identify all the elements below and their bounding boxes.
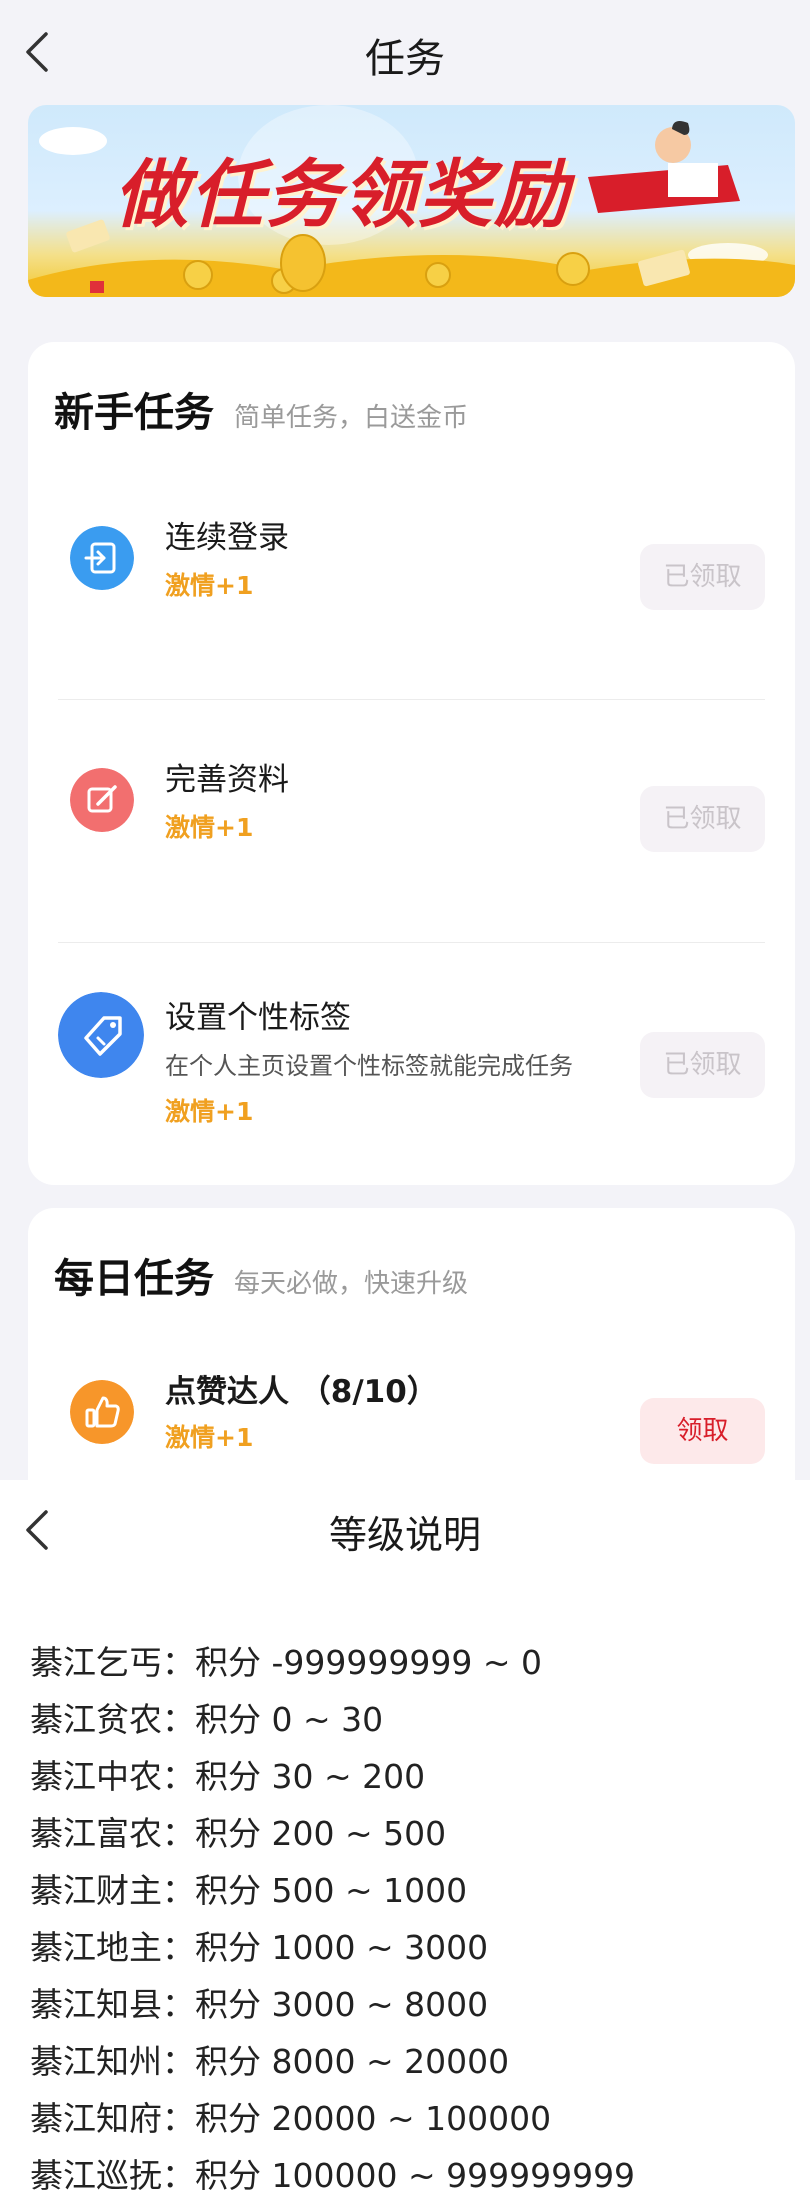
- task-row-likes: 点赞达人 （8/10） 激情+1 领取: [28, 1358, 795, 1480]
- level-item: 綦江富农：积分 200 ~ 500: [30, 1814, 447, 1853]
- level-item: 綦江知县：积分 3000 ~ 8000: [30, 1985, 489, 2024]
- claimed-button[interactable]: 已领取: [640, 786, 765, 852]
- claim-button[interactable]: 领取: [640, 1398, 765, 1464]
- section-subtitle: 每天必做，快速升级: [234, 1269, 469, 1299]
- level-item: 綦江贫农：积分 0 ~ 30: [30, 1700, 384, 1739]
- level-item: 綦江财主：积分 500 ~ 1000: [30, 1871, 468, 1910]
- newbie-tasks-card: 新手任务 简单任务，白送金币 连续登录 激情+1 已领取 完善资料 激情+1 已…: [28, 342, 795, 1185]
- tasks-nav-bar: 任务: [0, 0, 810, 100]
- task-description: 在个人主页设置个性标签就能完成任务: [165, 1052, 573, 1080]
- level-item: 綦江中农：积分 30 ~ 200: [30, 1757, 426, 1796]
- level-item: 綦江地主：积分 1000 ~ 3000: [30, 1928, 489, 1967]
- task-name: 点赞达人 （8/10）: [165, 1374, 438, 1410]
- divider: [58, 942, 765, 943]
- thumbs-up-icon: [70, 1380, 134, 1444]
- banner-title: 做任务领奖励: [114, 152, 570, 238]
- section-title: 新手任务: [54, 390, 214, 436]
- level-item: 綦江知府：积分 20000 ~ 100000: [30, 2099, 552, 2138]
- level-item: 綦江巡抚：积分 100000 ~ 999999999: [30, 2156, 636, 2195]
- task-reward: 激情+1: [165, 1423, 254, 1452]
- login-icon: [70, 526, 134, 590]
- level-item: 綦江知州：积分 8000 ~ 20000: [30, 2042, 510, 2081]
- level-description-screen: 等级说明 綦江乞丐：积分 -999999999 ~ 0 綦江贫农：积分 0 ~ …: [0, 1480, 810, 2208]
- claimed-button[interactable]: 已领取: [640, 1032, 765, 1098]
- divider: [58, 699, 765, 700]
- promo-banner[interactable]: 做任务领奖励: [28, 105, 795, 297]
- task-name: 完善资料: [165, 762, 289, 798]
- tasks-screen: 任务 做任务领奖励 新手任务 简单任务，白送金币 连续登录 激情+1 已领取 完…: [0, 0, 810, 1480]
- level-list: 綦江乞丐：积分 -999999999 ~ 0 綦江贫农：积分 0 ~ 30 綦江…: [30, 1636, 635, 2206]
- task-name: 连续登录: [165, 520, 289, 556]
- task-reward: 激情+1: [165, 571, 254, 600]
- edit-icon: [70, 768, 134, 832]
- page-title: 等级说明: [328, 1513, 481, 1557]
- newbie-tasks-header: 新手任务 简单任务，白送金币: [54, 380, 468, 438]
- page-title: 任务: [365, 36, 445, 82]
- task-name: 设置个性标签: [165, 1000, 351, 1036]
- tag-icon: [58, 992, 144, 1078]
- section-title: 每日任务: [54, 1256, 214, 1302]
- section-subtitle: 简单任务，白送金币: [234, 403, 469, 433]
- task-reward: 激情+1: [165, 1097, 254, 1126]
- level-item: 綦江乞丐：积分 -999999999 ~ 0: [30, 1643, 542, 1682]
- claimed-button[interactable]: 已领取: [640, 544, 765, 610]
- task-row-login: 连续登录 激情+1 已领取: [28, 492, 795, 662]
- task-row-tag: 设置个性标签 在个人主页设置个性标签就能完成任务 激情+1 已领取: [28, 978, 795, 1148]
- task-row-profile: 完善资料 激情+1 已领取: [28, 734, 795, 904]
- daily-tasks-header: 每日任务 每天必做，快速升级: [54, 1246, 468, 1304]
- daily-tasks-card: 每日任务 每天必做，快速升级 点赞达人 （8/10） 激情+1 领取: [28, 1208, 795, 1480]
- task-reward: 激情+1: [165, 813, 254, 842]
